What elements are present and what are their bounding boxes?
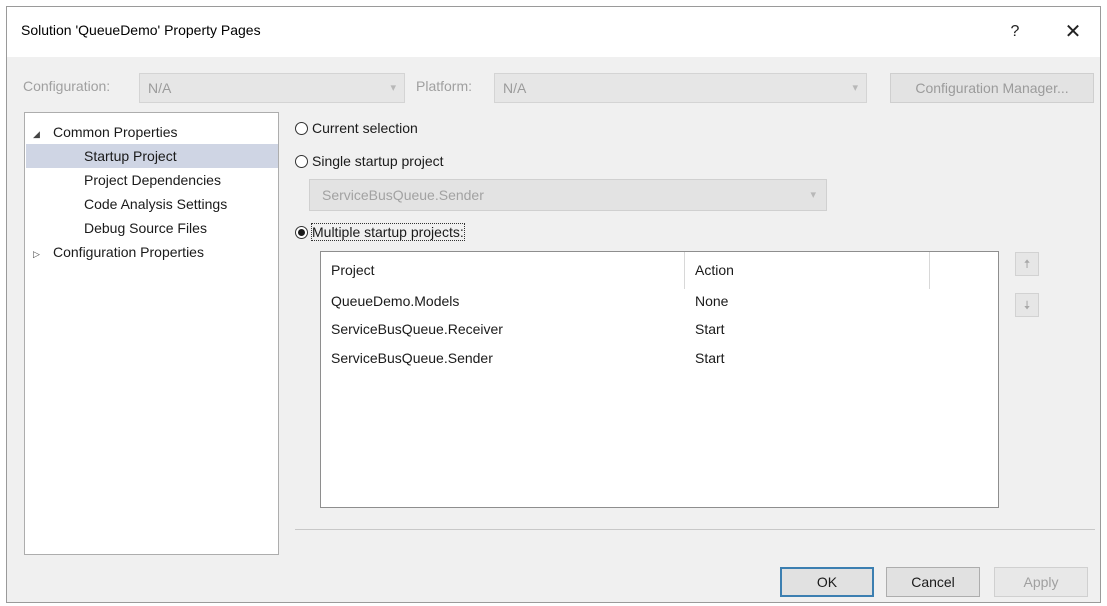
- tree-item-label: Configuration Properties: [53, 244, 204, 260]
- single-startup-dropdown[interactable]: ServiceBusQueue.Sender ▾: [309, 179, 827, 211]
- tree-item-common-properties[interactable]: ◢ Common Properties: [33, 120, 178, 144]
- close-button[interactable]: ✕: [1057, 17, 1089, 47]
- configuration-manager-button[interactable]: Configuration Manager...: [890, 73, 1094, 103]
- column-header-action[interactable]: Action: [695, 256, 734, 284]
- column-divider: [929, 252, 930, 289]
- tree-item-label: Startup Project: [84, 148, 177, 164]
- help-button[interactable]: ?: [999, 17, 1031, 47]
- tree-item-code-analysis-settings[interactable]: Code Analysis Settings: [84, 192, 227, 216]
- move-up-button[interactable]: 🠅: [1015, 252, 1039, 276]
- property-tree: ◢ Common Properties Startup Project Proje…: [24, 112, 279, 555]
- footer-separator: [295, 529, 1095, 530]
- property-pages-dialog: Solution 'QueueDemo' Property Pages ? ✕ …: [6, 6, 1101, 603]
- radio-circle-icon: [295, 122, 308, 135]
- configuration-value: N/A: [148, 80, 172, 96]
- tree-item-label: Common Properties: [53, 124, 178, 140]
- arrow-down-icon: 🠇: [1023, 298, 1031, 312]
- chevron-down-icon: ▾: [810, 189, 816, 201]
- table-row-action[interactable]: Start: [695, 315, 725, 343]
- current-selection-radio[interactable]: Current selection: [295, 117, 418, 139]
- column-header-project[interactable]: Project: [331, 256, 375, 284]
- tree-item-startup-project[interactable]: Startup Project: [26, 144, 278, 168]
- cancel-button[interactable]: Cancel: [886, 567, 980, 597]
- table-row-action[interactable]: Start: [695, 344, 725, 372]
- multiple-startup-radio[interactable]: Multiple startup projects:: [295, 221, 465, 243]
- title-bar: Solution 'QueueDemo' Property Pages ? ✕: [7, 7, 1100, 57]
- table-row-project[interactable]: QueueDemo.Models: [331, 287, 459, 315]
- single-startup-radio[interactable]: Single startup project: [295, 150, 444, 172]
- startup-projects-grid[interactable]: Project Action QueueDemo.Models None Ser…: [320, 251, 999, 508]
- table-row-action[interactable]: None: [695, 287, 728, 315]
- table-row-project[interactable]: ServiceBusQueue.Sender: [331, 344, 493, 372]
- radio-circle-icon: [295, 155, 308, 168]
- current-selection-label: Current selection: [312, 120, 418, 136]
- platform-dropdown[interactable]: N/A ▾: [494, 73, 867, 103]
- apply-button[interactable]: Apply: [994, 567, 1088, 597]
- tree-item-debug-source-files[interactable]: Debug Source Files: [84, 216, 207, 240]
- platform-label: Platform:: [416, 78, 473, 94]
- tree-item-project-dependencies[interactable]: Project Dependencies: [84, 168, 221, 192]
- single-startup-value: ServiceBusQueue.Sender: [322, 187, 484, 203]
- column-divider: [684, 252, 685, 289]
- configuration-label: Configuration:: [23, 78, 111, 94]
- move-down-button[interactable]: 🠇: [1015, 293, 1039, 317]
- chevron-down-icon: ▾: [390, 82, 396, 94]
- single-startup-label: Single startup project: [312, 153, 444, 169]
- tree-item-configuration-properties[interactable]: ▷ Configuration Properties: [33, 240, 204, 264]
- tree-item-label: Project Dependencies: [84, 172, 221, 188]
- ok-button[interactable]: OK: [780, 567, 874, 597]
- expand-arrow-icon[interactable]: ▷: [33, 242, 53, 266]
- multiple-startup-label: Multiple startup projects:: [311, 223, 465, 241]
- configuration-dropdown[interactable]: N/A ▾: [139, 73, 405, 103]
- tree-item-label: Debug Source Files: [84, 220, 207, 236]
- platform-value: N/A: [503, 80, 527, 96]
- chevron-down-icon: ▾: [852, 82, 858, 94]
- collapse-arrow-icon[interactable]: ◢: [33, 122, 53, 146]
- window-title: Solution 'QueueDemo' Property Pages: [21, 22, 261, 38]
- tree-item-label: Code Analysis Settings: [84, 196, 228, 212]
- arrow-up-icon: 🠅: [1023, 257, 1031, 271]
- radio-checked-icon: [295, 226, 308, 239]
- table-row-project[interactable]: ServiceBusQueue.Receiver: [331, 315, 503, 343]
